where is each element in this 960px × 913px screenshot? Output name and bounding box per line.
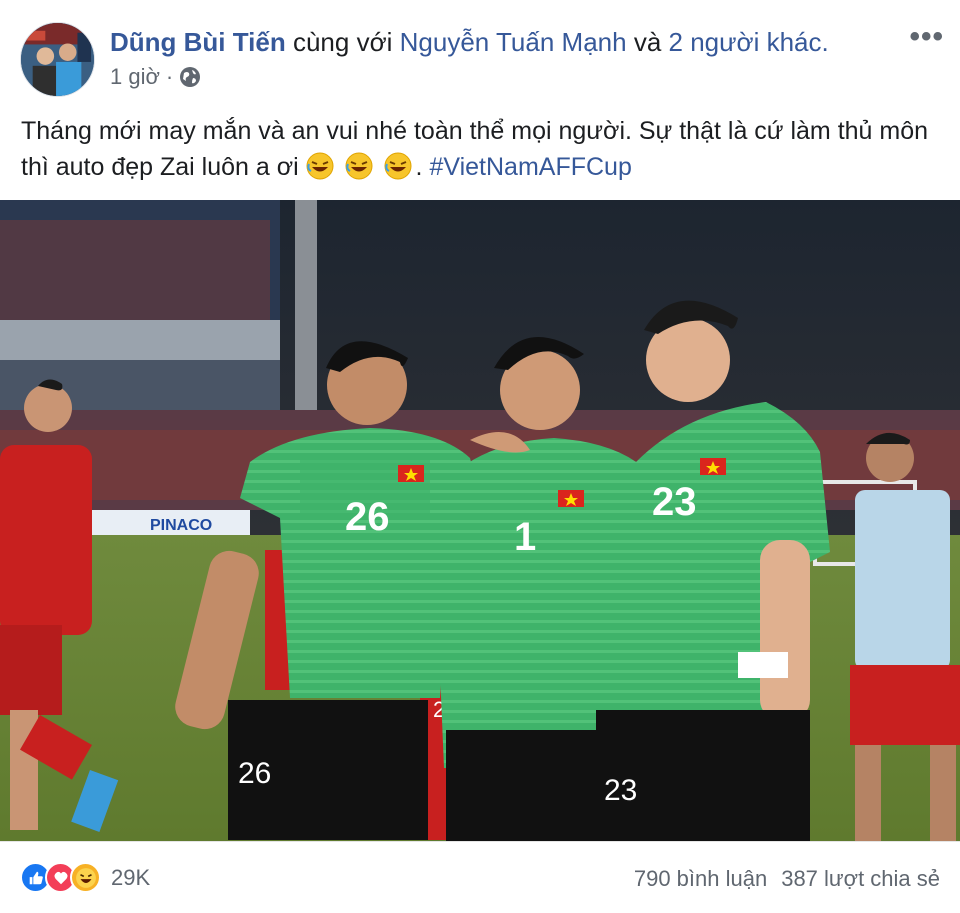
jersey-number-1: 1 xyxy=(514,515,536,559)
post-time[interactable]: 1 giờ xyxy=(110,64,160,90)
reaction-count: 29K xyxy=(111,864,151,890)
with-text: cùng với xyxy=(292,27,393,57)
haha-icon xyxy=(70,862,101,893)
reactions-summary[interactable]: 29K xyxy=(20,862,150,893)
meta-separator: · xyxy=(165,64,174,89)
hashtag-link[interactable]: #VietNamAFFCup xyxy=(429,153,631,181)
rolling-laughing-emoji xyxy=(345,152,373,180)
comments-count-link[interactable]: 790 bình luận xyxy=(634,866,767,892)
shorts-number-26: 26 xyxy=(238,757,271,790)
author-name[interactable]: Dũng Bùi Tiến xyxy=(110,27,286,57)
tagged-person-link[interactable]: Nguyễn Tuấn Mạnh xyxy=(400,27,627,57)
post-header: Dũng Bùi Tiến cùng với Nguyễn Tuấn Mạnh … xyxy=(0,0,960,100)
jersey-number-23: 23 xyxy=(652,480,697,524)
after-emoji-text: . xyxy=(415,153,423,181)
more-options-button[interactable]: ••• xyxy=(909,22,944,52)
shares-count-link[interactable]: 387 lượt chia sẻ xyxy=(781,866,940,892)
jersey-number-26: 26 xyxy=(345,495,390,539)
globe-icon[interactable] xyxy=(179,66,201,88)
post-stats: 790 bình luận 387 lượt chia sẻ xyxy=(634,866,940,892)
shorts-number-23: 23 xyxy=(604,774,637,807)
and-text: và xyxy=(633,27,662,57)
pinaco-banner: PINACO xyxy=(150,517,212,534)
avatar-photo xyxy=(21,23,94,96)
post-text: Tháng mới may mắn và an vui nhé toàn thể… xyxy=(21,113,941,185)
rolling-laughing-emoji xyxy=(306,152,334,180)
post-footer: 29K 790 bình luận 387 lượt chia sẻ xyxy=(0,841,960,913)
rolling-laughing-emoji xyxy=(384,152,412,180)
post-photo[interactable]: PINACO 26 26 1 23 23 xyxy=(0,200,960,841)
author-avatar[interactable] xyxy=(20,22,95,97)
author-line: Dũng Bùi Tiến cùng với Nguyễn Tuấn Mạnh … xyxy=(110,26,829,58)
others-link[interactable]: 2 người khác. xyxy=(669,27,829,57)
photo-three-goalkeepers: PINACO 26 26 1 23 23 xyxy=(0,200,960,841)
post-meta: 1 giờ · xyxy=(110,64,201,90)
facebook-post: Dũng Bùi Tiến cùng với Nguyễn Tuấn Mạnh … xyxy=(0,0,960,913)
